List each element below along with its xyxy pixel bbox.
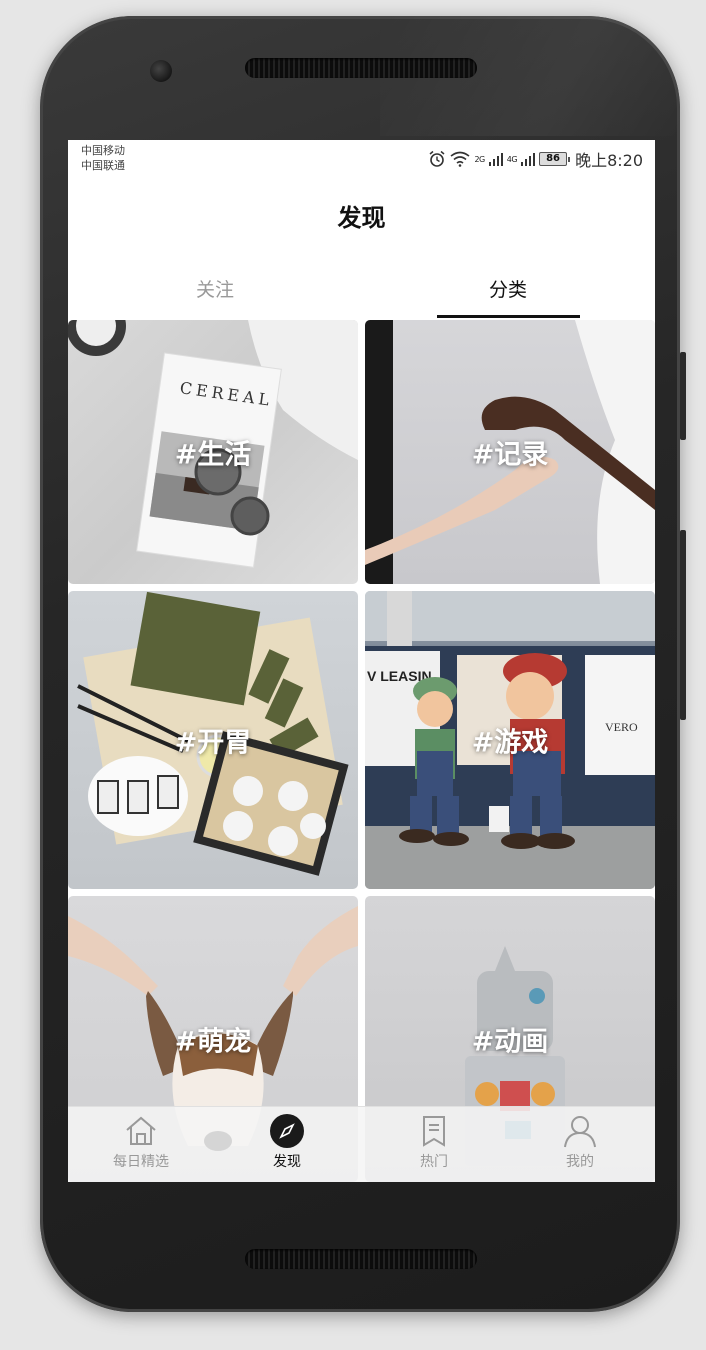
tab-bar: 关注 分类 — [68, 270, 655, 320]
compass-icon — [270, 1114, 304, 1148]
nav-item-daily[interactable]: 每日精选 — [91, 1113, 191, 1171]
net-label-2: 4G — [506, 154, 518, 164]
category-label-game: #游戏 — [471, 727, 549, 759]
nav-label-hot: 热门 — [420, 1154, 448, 1170]
power-button — [680, 352, 686, 440]
nav-label-daily: 每日精选 — [113, 1154, 169, 1170]
category-label-appetizer: #开胃 — [174, 727, 252, 759]
home-icon — [126, 1116, 156, 1145]
app-screen: 中国移动 中国联通 2G 4G 86 晚上8:20 发现 关注 分类 CEREA… — [68, 140, 655, 1182]
volume-button — [680, 530, 686, 720]
nav-item-mine[interactable]: 我的 — [530, 1113, 630, 1171]
status-bar: 中国移动 中国联通 2G 4G 86 晚上8:20 — [68, 140, 655, 180]
user-icon — [564, 1116, 596, 1148]
clock: 晚上8:20 — [575, 151, 643, 170]
signal-icon-1 — [488, 153, 503, 166]
tab-follow[interactable]: 关注 — [135, 270, 295, 320]
category-grid: CEREAL #生活 #记录 #开胃 V LEASIN VERO #游戏 #萌宠… — [68, 320, 655, 1182]
bottom-nav: 每日精选 发现 热门 我的 — [68, 1106, 655, 1182]
status-icons: 2G 4G 86 晚上8:20 — [428, 148, 643, 170]
wifi-icon — [450, 151, 470, 167]
category-label-animation: #动画 — [471, 1026, 549, 1058]
page-title: 发现 — [337, 204, 386, 232]
carrier-2: 中国联通 — [81, 159, 125, 172]
nav-item-discover[interactable]: 发现 — [237, 1113, 337, 1171]
category-label-record: #记录 — [471, 439, 549, 471]
nav-item-hot[interactable]: 热门 — [384, 1113, 484, 1171]
bottom-speaker — [245, 1249, 477, 1269]
carrier-labels: 中国移动 中国联通 — [81, 143, 125, 173]
nav-label-mine: 我的 — [566, 1154, 594, 1170]
net-label-1: 2G — [474, 154, 485, 164]
tab-indicator — [437, 315, 580, 318]
category-label-pets: #萌宠 — [174, 1026, 252, 1058]
category-label-life: #生活 — [174, 439, 252, 471]
tab-category[interactable]: 分类 — [428, 270, 588, 320]
category-tile-life[interactable]: CEREAL #生活 — [68, 320, 358, 584]
signal-icon-2 — [521, 153, 536, 166]
category-tile-game[interactable]: V LEASIN VERO #游戏 — [365, 591, 655, 889]
category-tile-record[interactable]: #记录 — [365, 320, 655, 584]
front-camera — [150, 60, 172, 82]
top-speaker — [245, 58, 477, 78]
bookmark-icon — [423, 1116, 445, 1147]
nav-label-discover: 发现 — [273, 1154, 301, 1170]
battery-icon: 86 — [539, 152, 571, 166]
category-tile-appetizer[interactable]: #开胃 — [68, 591, 358, 889]
alarm-icon — [429, 150, 445, 167]
carrier-1: 中国移动 — [81, 144, 125, 157]
